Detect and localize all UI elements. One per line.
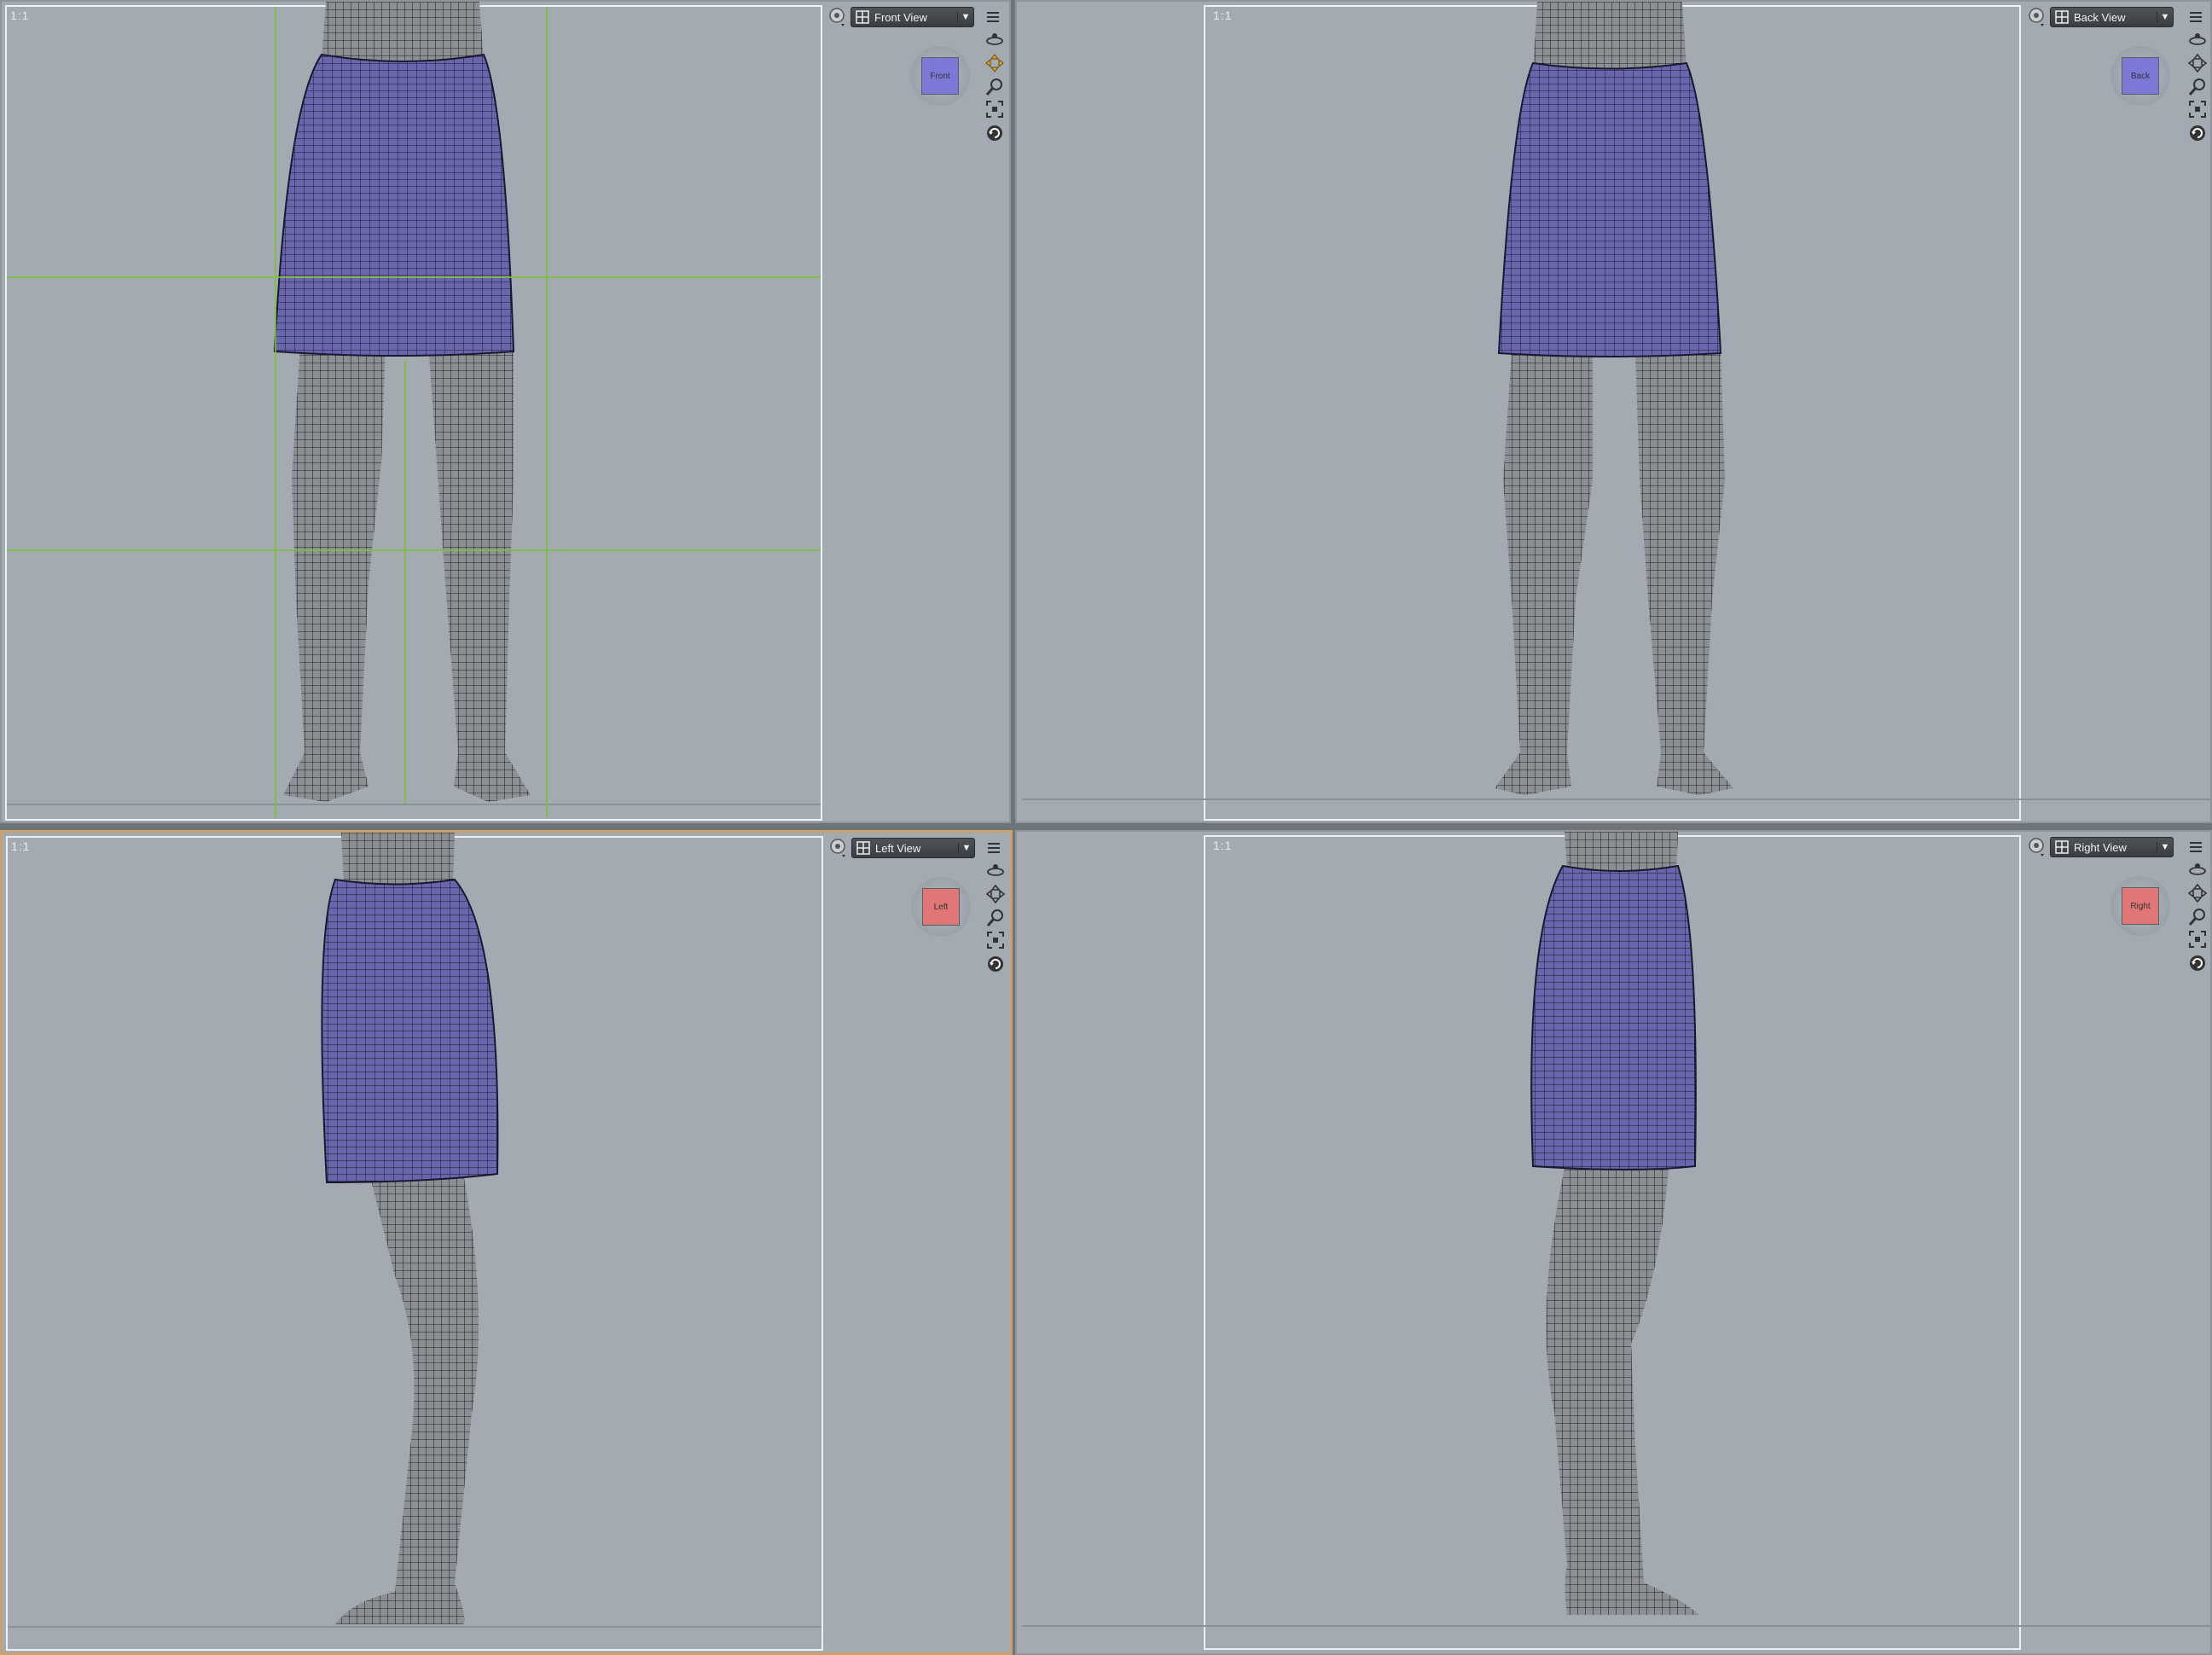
camera-icon[interactable] bbox=[2027, 7, 2047, 27]
viewport-left[interactable]: 1:1 Left View ▼ Left bbox=[0, 830, 1013, 1655]
figure-front-wireframe bbox=[273, 2, 531, 802]
grid-view-icon bbox=[856, 841, 870, 855]
view-selector-label: Back View bbox=[2074, 10, 2126, 24]
orbit-icon[interactable] bbox=[2187, 859, 2208, 880]
frame-icon[interactable] bbox=[2187, 99, 2208, 119]
view-cube-face[interactable]: Right bbox=[2122, 887, 2159, 925]
frame-icon[interactable] bbox=[984, 99, 1005, 119]
orbit-icon[interactable] bbox=[984, 29, 1005, 49]
view-selector-label: Left View bbox=[875, 841, 921, 855]
zoom-icon[interactable] bbox=[985, 908, 1006, 928]
view-cube[interactable]: Front bbox=[910, 46, 970, 106]
pan-icon[interactable] bbox=[985, 884, 1006, 904]
orbit-icon[interactable] bbox=[985, 860, 1006, 880]
zoom-icon[interactable] bbox=[2187, 77, 2208, 97]
grid-view-icon bbox=[2055, 10, 2069, 24]
pan-icon[interactable] bbox=[2187, 53, 2208, 73]
view-selector-label: Front View bbox=[874, 10, 927, 24]
view-cube-face[interactable]: Left bbox=[922, 888, 960, 926]
reset-view-icon[interactable] bbox=[2187, 123, 2208, 143]
viewport-front[interactable]: 1:1 Front View ▼ Front bbox=[0, 0, 1011, 823]
viewport-right[interactable]: 1:1 Right View ▼ Right bbox=[1015, 830, 2212, 1655]
chevron-down-icon[interactable]: ▼ bbox=[2157, 842, 2173, 852]
viewport-menu-icon[interactable] bbox=[2187, 839, 2204, 856]
zoom-icon[interactable] bbox=[984, 77, 1005, 97]
view-selector[interactable]: Back View ▼ bbox=[2050, 7, 2174, 27]
view-selector[interactable]: Front View ▼ bbox=[851, 7, 974, 27]
viewport-menu-icon[interactable] bbox=[984, 9, 1001, 26]
view-cube[interactable]: Back bbox=[2110, 46, 2170, 106]
figure-left-wireframe bbox=[321, 833, 499, 1624]
zoom-icon[interactable] bbox=[2187, 907, 2208, 927]
view-selector[interactable]: Left View ▼ bbox=[851, 838, 975, 858]
view-cube-face[interactable]: Back bbox=[2122, 57, 2159, 95]
viewport-menu-icon[interactable] bbox=[2187, 9, 2204, 26]
view-cube[interactable]: Right bbox=[2110, 876, 2170, 936]
view-cube[interactable]: Left bbox=[911, 877, 971, 937]
grid-view-icon bbox=[2055, 840, 2069, 854]
frame-icon[interactable] bbox=[985, 930, 1006, 950]
chevron-down-icon[interactable]: ▼ bbox=[958, 843, 974, 853]
camera-icon[interactable] bbox=[2027, 837, 2047, 857]
view-selector-label: Right View bbox=[2074, 840, 2127, 854]
camera-icon[interactable] bbox=[827, 7, 848, 27]
viewport-back[interactable]: 1:1 Back View ▼ Back bbox=[1015, 0, 2212, 823]
guide-line-horizontal bbox=[7, 276, 821, 278]
reset-view-icon[interactable] bbox=[984, 123, 1005, 143]
viewport-menu-icon[interactable] bbox=[985, 839, 1002, 857]
guide-line-vertical bbox=[275, 7, 276, 817]
guide-line-vertical bbox=[404, 360, 406, 804]
guide-line-vertical bbox=[546, 7, 548, 817]
orbit-icon[interactable] bbox=[2187, 29, 2208, 49]
view-cube-face[interactable]: Front bbox=[921, 57, 959, 95]
figure-back-wireframe bbox=[1495, 2, 1733, 795]
view-selector[interactable]: Right View ▼ bbox=[2050, 837, 2174, 857]
reset-view-icon[interactable] bbox=[2187, 953, 2208, 973]
frame-icon[interactable] bbox=[2187, 929, 2208, 949]
chevron-down-icon[interactable]: ▼ bbox=[2157, 12, 2173, 22]
grid-view-icon bbox=[856, 10, 869, 24]
pan-icon[interactable] bbox=[984, 53, 1005, 73]
guide-line-horizontal bbox=[7, 549, 821, 551]
figure-right-wireframe bbox=[1530, 832, 1699, 1615]
camera-icon[interactable] bbox=[828, 838, 849, 858]
chevron-down-icon[interactable]: ▼ bbox=[957, 12, 973, 22]
reset-view-icon[interactable] bbox=[985, 954, 1006, 974]
pan-icon[interactable] bbox=[2187, 883, 2208, 903]
